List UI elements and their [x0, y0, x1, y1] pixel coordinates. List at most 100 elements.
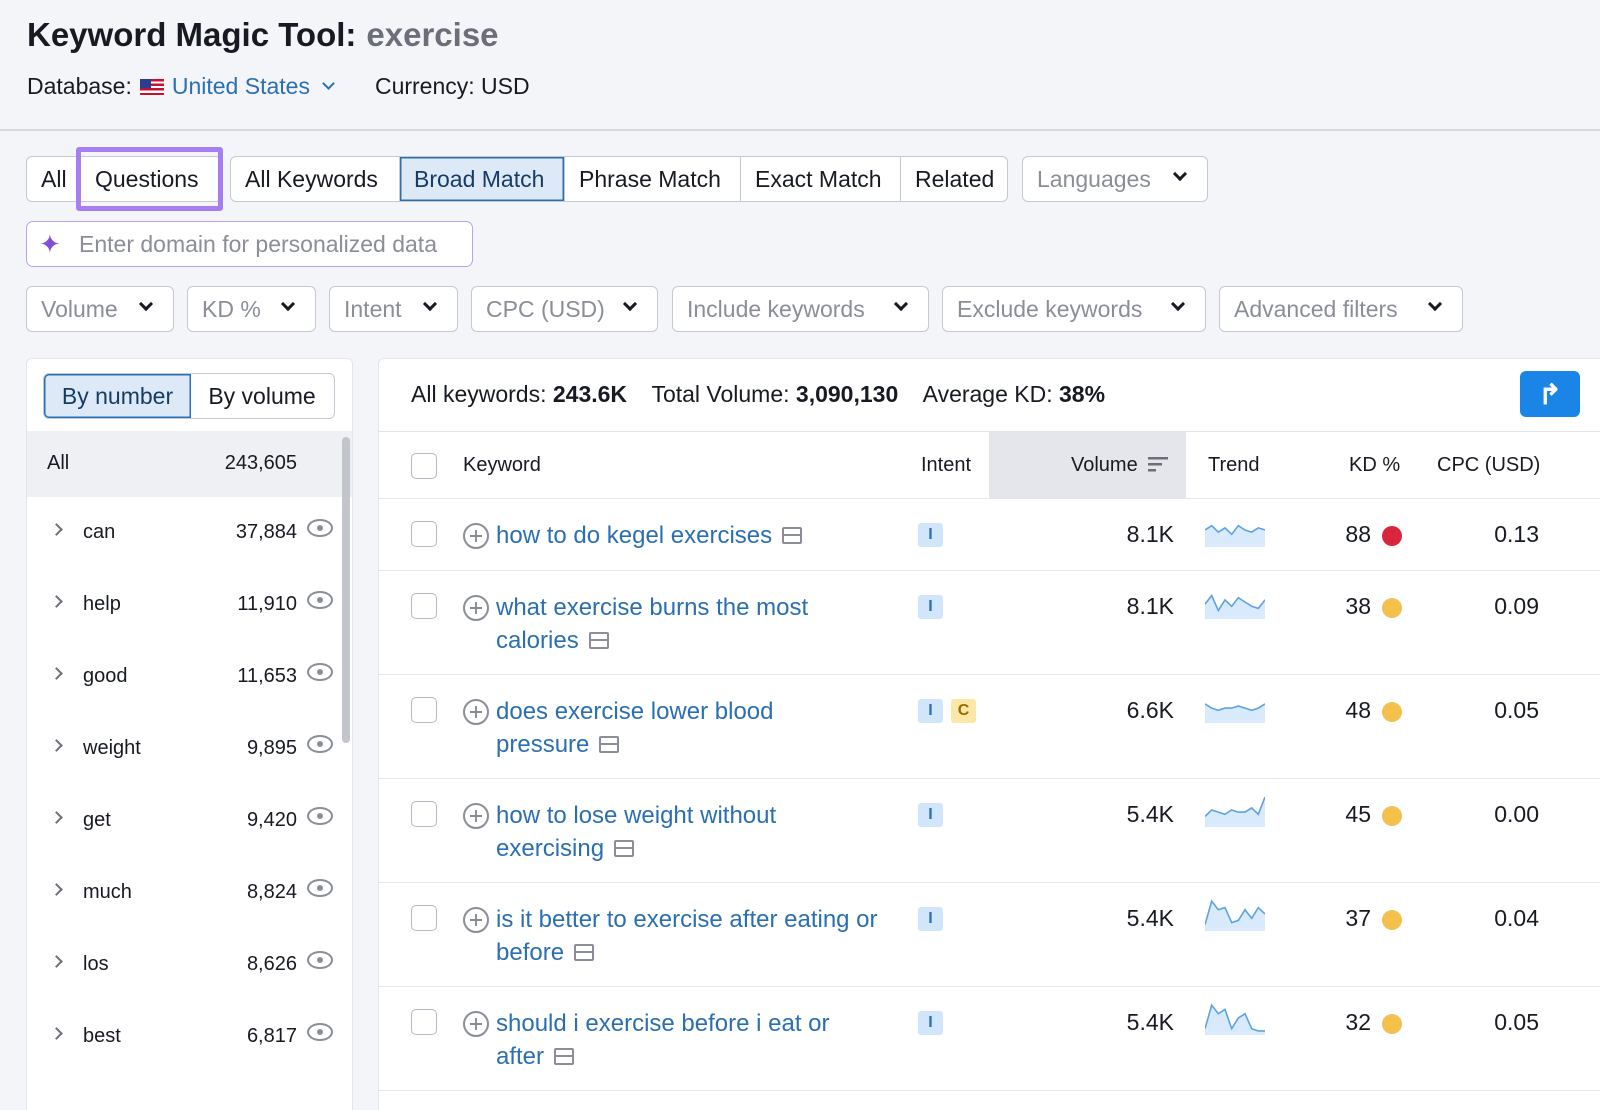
keyword-link[interactable]: how to do kegel exercises — [496, 519, 896, 552]
tab-all-keywords[interactable]: All Keywords — [231, 157, 400, 201]
keyword-link[interactable]: should i exercise before i eat or after — [496, 1007, 856, 1073]
volume-value: 5.4K — [1126, 801, 1174, 827]
serp-icon[interactable] — [782, 527, 803, 544]
eye-icon[interactable] — [307, 879, 333, 897]
serp-icon[interactable] — [574, 944, 595, 961]
group-item[interactable]: weight 9,895 — [27, 713, 352, 785]
group-item[interactable]: los 8,626 — [27, 929, 352, 1001]
chevron-right-icon[interactable] — [50, 667, 63, 680]
by-volume-button[interactable]: By volume — [191, 374, 333, 418]
keyword-text[interactable]: does exercise lower blood pressure — [496, 698, 774, 758]
tab-related[interactable]: Related — [901, 157, 1006, 201]
select-all-checkbox[interactable] — [411, 453, 437, 479]
filter-include-keywords[interactable]: Include keywords — [672, 286, 929, 332]
chevron-right-icon[interactable] — [50, 595, 63, 608]
chevron-right-icon[interactable] — [50, 955, 63, 968]
filter-cpc[interactable]: CPC (USD) — [471, 286, 658, 332]
database-value[interactable]: United States — [172, 73, 310, 100]
group-item[interactable]: much 8,824 — [27, 857, 352, 929]
kd-difficulty-dot — [1382, 910, 1402, 930]
database-selector[interactable]: United States — [172, 73, 335, 100]
keyword-text[interactable]: how to do kegel exercises — [496, 522, 772, 549]
group-all[interactable]: All 243,605 — [27, 431, 352, 497]
row-checkbox[interactable] — [411, 521, 437, 547]
volume-value: 8.1K — [1126, 521, 1174, 547]
row-checkbox[interactable] — [411, 905, 437, 931]
languages-dropdown[interactable]: Languages — [1022, 156, 1208, 202]
group-item[interactable]: can 37,884 — [27, 497, 352, 569]
tab-broad-match[interactable]: Broad Match — [400, 157, 565, 201]
domain-input[interactable] — [79, 230, 469, 258]
group-item[interactable]: best 6,817 — [27, 1001, 352, 1073]
add-to-list-icon[interactable] — [463, 1011, 489, 1037]
row-checkbox[interactable] — [411, 801, 437, 827]
add-to-list-icon[interactable] — [463, 523, 489, 549]
column-volume[interactable]: Volume — [1071, 454, 1168, 477]
serp-icon[interactable] — [554, 1048, 575, 1065]
row-checkbox[interactable] — [411, 697, 437, 723]
serp-icon[interactable] — [599, 736, 620, 753]
cpc-value: 0.05 — [1494, 697, 1539, 723]
column-kd[interactable]: KD % — [1349, 454, 1400, 477]
keyword-text[interactable]: is it better to exercise after eating or… — [496, 906, 878, 966]
filter-advanced[interactable]: Advanced filters — [1219, 286, 1463, 332]
groups-scrollbar[interactable] — [342, 437, 350, 743]
keyword-link[interactable]: does exercise lower blood pressure — [496, 695, 806, 761]
table-row: what exercise burns the most calories I … — [379, 571, 1600, 675]
filter-label: KD % — [202, 295, 261, 322]
filter-intent[interactable]: Intent — [329, 286, 458, 332]
add-to-list-icon[interactable] — [463, 699, 489, 725]
sort-descending-icon[interactable] — [1147, 457, 1168, 473]
chevron-right-icon[interactable] — [50, 811, 63, 824]
column-cpc[interactable]: CPC (USD) — [1437, 454, 1540, 477]
eye-icon[interactable] — [307, 591, 333, 609]
all-keywords-label: All keywords: — [411, 381, 547, 407]
keyword-link[interactable]: what exercise burns the most calories — [496, 591, 836, 657]
eye-icon[interactable] — [307, 951, 333, 969]
serp-icon[interactable] — [588, 632, 609, 649]
table-row: does exercise lower blood pressure I C 6… — [379, 675, 1600, 779]
intent-badge: I — [918, 803, 943, 827]
row-checkbox[interactable] — [411, 1009, 437, 1035]
add-to-list-icon[interactable] — [463, 803, 489, 829]
column-intent[interactable]: Intent — [921, 454, 971, 477]
column-keyword[interactable]: Keyword — [463, 454, 541, 477]
keyword-groups-panel: By number By volume All 243,605 can 37,8… — [26, 358, 353, 1110]
keyword-text[interactable]: how to lose weight without exercising — [496, 802, 776, 862]
tab-all[interactable]: All — [27, 157, 81, 201]
filter-exclude-keywords[interactable]: Exclude keywords — [942, 286, 1206, 332]
chevron-right-icon[interactable] — [50, 883, 63, 896]
chevron-right-icon[interactable] — [50, 1027, 63, 1040]
cpc-value: 0.05 — [1494, 1009, 1539, 1035]
add-to-list-icon[interactable] — [463, 907, 489, 933]
eye-icon[interactable] — [307, 735, 333, 753]
serp-icon[interactable] — [614, 840, 635, 857]
chevron-right-icon[interactable] — [50, 523, 63, 536]
tab-phrase-match[interactable]: Phrase Match — [565, 157, 741, 201]
keyword-text[interactable]: what exercise burns the most calories — [496, 594, 808, 654]
group-item[interactable]: get 9,420 — [27, 785, 352, 857]
eye-icon[interactable] — [307, 807, 333, 825]
group-item[interactable]: help 11,910 — [27, 569, 352, 641]
eye-icon[interactable] — [307, 1023, 333, 1041]
keyword-link[interactable]: how to lose weight without exercising — [496, 799, 806, 865]
page-title: Keyword Magic Tool: exercise — [27, 16, 499, 54]
group-count: 11,653 — [237, 665, 297, 687]
chevron-right-icon[interactable] — [50, 739, 63, 752]
volume-value: 8.1K — [1126, 593, 1174, 619]
filter-volume[interactable]: Volume — [26, 286, 174, 332]
export-button[interactable]: ↱ — [1520, 371, 1580, 417]
filter-kd[interactable]: KD % — [187, 286, 316, 332]
column-trend[interactable]: Trend — [1208, 454, 1260, 477]
keyword-link[interactable]: is it better to exercise after eating or… — [496, 903, 906, 969]
intent-badge: C — [951, 699, 976, 723]
by-number-button[interactable]: By number — [44, 374, 191, 418]
keyword-text[interactable]: should i exercise before i eat or after — [496, 1010, 830, 1070]
add-to-list-icon[interactable] — [463, 595, 489, 621]
eye-icon[interactable] — [307, 663, 333, 681]
eye-icon[interactable] — [307, 519, 333, 537]
group-item[interactable]: good 11,653 — [27, 641, 352, 713]
tab-exact-match[interactable]: Exact Match — [741, 157, 901, 201]
group-label: weight — [83, 737, 141, 759]
row-checkbox[interactable] — [411, 593, 437, 619]
